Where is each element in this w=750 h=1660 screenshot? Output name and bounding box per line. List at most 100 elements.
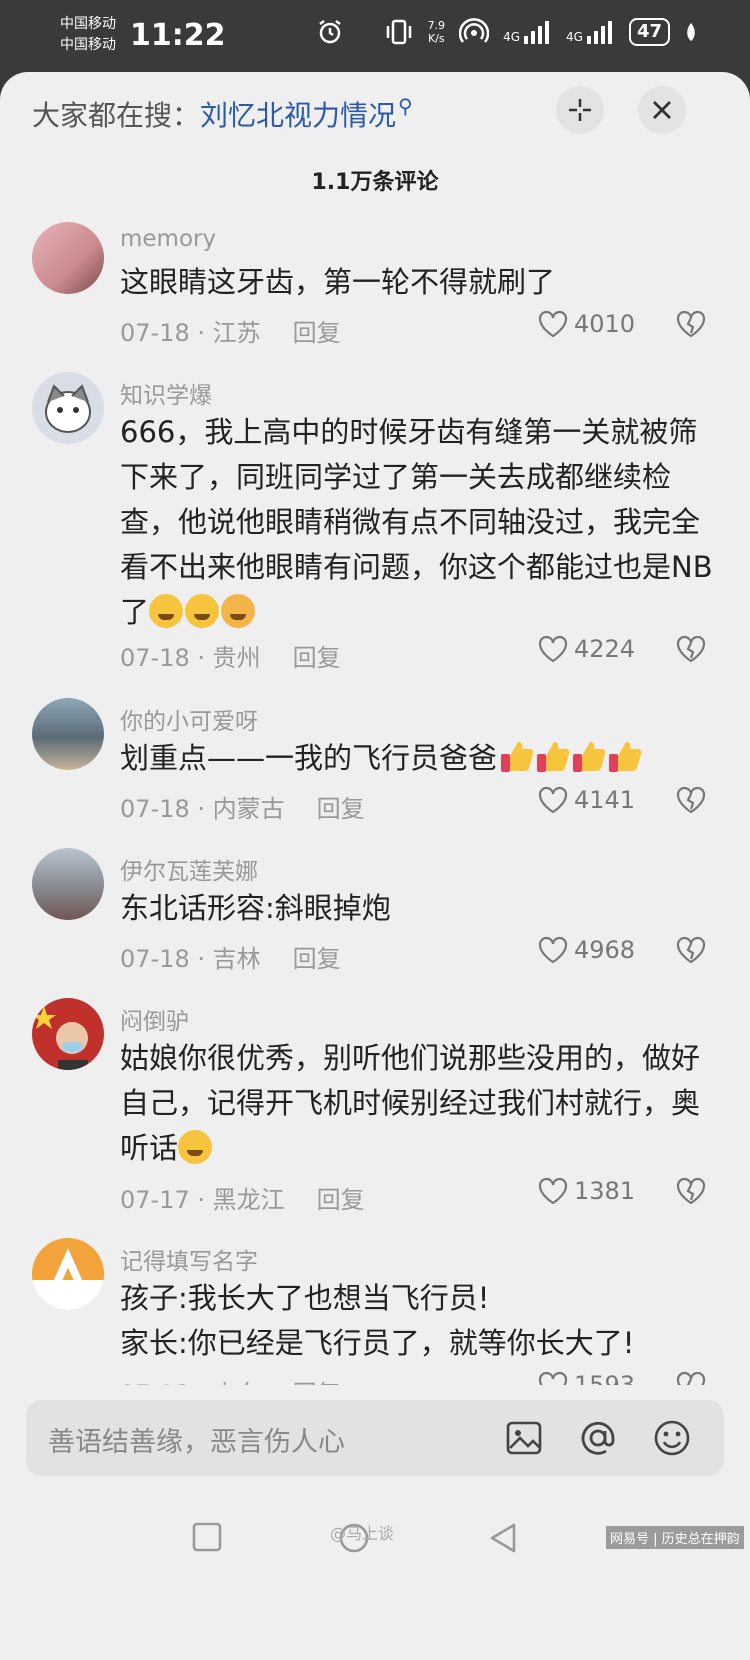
username[interactable]: 知识学爆 [120, 376, 212, 410]
comment-meta: 07-18 · 吉林 回复 [120, 939, 341, 974]
comment-meta: 07-18 · 内蒙古 回复 [120, 789, 365, 824]
comment-text: 姑娘你很优秀，别听他们说那些没用的，做好自己，记得开飞机时候别经过我们村就行，奥… [120, 1036, 718, 1171]
comment-text-line: 孩子:我长大了也想当飞行员! [120, 1281, 490, 1315]
like-button[interactable]: 4224 [538, 635, 635, 663]
comment-input[interactable]: 善语结善缘，恶言伤人心 [26, 1400, 724, 1476]
comment-text: 这眼睛这牙齿，第一轮不得就刷了 [120, 265, 556, 299]
dislike-button[interactable] [676, 310, 706, 342]
image-icon[interactable] [504, 1418, 544, 1458]
comment-date-location: 07-18 · 贵州 [120, 644, 261, 672]
broken-heart-icon [676, 936, 706, 964]
triangle-back-icon [490, 1523, 516, 1553]
like-count: 4968 [574, 936, 636, 964]
signal-2: 4G [566, 20, 615, 44]
thinking-emoji-icon [178, 1130, 213, 1164]
heart-icon [538, 1177, 568, 1205]
username[interactable]: 闷倒驴 [120, 1002, 189, 1036]
smirk-emoji-icon [149, 594, 184, 628]
like-count: 4224 [574, 635, 636, 663]
reply-button[interactable]: 回复 [317, 1180, 365, 1215]
battery-indicator: 47 [628, 18, 670, 46]
comment-text: 666，我上高中的时候牙齿有缝第一关就被筛下来了，同班同学过了第一关去成都继续检… [120, 410, 718, 635]
reply-button[interactable]: 回复 [317, 789, 365, 824]
thumbs-up-emoji-icon [501, 742, 534, 772]
netease-watermark: 网易号 | 历史总在押韵 [606, 1526, 744, 1549]
comment-date-location: 07-18 · 内蒙古 [120, 795, 285, 823]
avatar[interactable] [32, 698, 104, 770]
comment-count: 1.1万条评论 [311, 170, 439, 195]
like-button[interactable]: 4010 [538, 310, 635, 338]
thumbs-up-emoji-icon [609, 742, 642, 772]
heart-icon [538, 936, 568, 964]
vibrate-icon [386, 19, 411, 45]
reply-button[interactable]: 回复 [293, 313, 341, 348]
comment-text: 东北话形容:斜眼掉炮 [120, 891, 391, 925]
signal-1: 4G [503, 20, 552, 44]
status-bar: 中国移动 中国移动 11:22 7.9 K/s 4G 4G 47 [0, 0, 750, 72]
avatar[interactable] [32, 372, 104, 444]
like-button[interactable]: 4141 [538, 786, 635, 814]
username[interactable]: 你的小可爱呀 [120, 702, 258, 736]
heart-icon [538, 786, 568, 814]
comment-meta: 07-17 · 黑龙江 回复 [120, 1180, 365, 1215]
like-count: 4010 [574, 310, 636, 338]
network-type-1: 4G [503, 30, 520, 44]
thumbs-up-emoji-icon [537, 742, 570, 772]
comment-text: 划重点——一我的飞行员爸爸 [120, 736, 718, 781]
avatar[interactable] [32, 1238, 104, 1310]
signal-bars-icon [524, 21, 549, 44]
comment-date-location: 07-18 · 江苏 [120, 319, 261, 347]
comment-date-location: 07-18 · 吉林 [120, 945, 261, 973]
trending-search-prefix: 大家都在搜： [32, 99, 201, 132]
like-count: 1381 [574, 1177, 636, 1205]
username[interactable]: 伊尔瓦莲芙娜 [120, 852, 258, 886]
search-icon: ⚲ [398, 94, 413, 118]
broken-heart-icon [676, 310, 706, 338]
speed-value: 7.9 [427, 19, 446, 32]
clock: 11:22 [130, 18, 226, 53]
close-button[interactable] [638, 86, 686, 134]
broken-heart-icon [676, 635, 706, 663]
carrier-1: 中国移动 [60, 16, 116, 32]
heart-icon [538, 310, 568, 338]
system-nav-bar: @马上谈 网易号 | 历史总在押韵 [0, 1500, 750, 1660]
like-count: 4141 [574, 786, 636, 814]
comment-input-placeholder: 善语结善缘，恶言伤人心 [48, 1427, 345, 1458]
dislike-button[interactable] [676, 635, 706, 667]
hotspot-icon [459, 18, 490, 43]
comment-text-line: 家长:你已经是飞行员了，就等你长大了! [120, 1326, 635, 1360]
alarm-icon [316, 18, 344, 50]
dislike-button[interactable] [676, 936, 706, 968]
avatar[interactable] [32, 222, 104, 294]
comment-text: 孩子:我长大了也想当飞行员! 家长:你已经是飞行员了，就等你长大了! [120, 1276, 718, 1366]
recent-apps-button[interactable] [192, 1522, 222, 1556]
mention-icon[interactable] [578, 1418, 618, 1458]
avatar[interactable] [32, 998, 104, 1070]
avatar[interactable] [32, 848, 104, 920]
speed-unit: K/s [427, 32, 445, 45]
network-speed: 7.9 K/s [428, 19, 446, 45]
thumbs-up-emoji-icon [573, 742, 606, 772]
reply-button[interactable]: 回复 [293, 939, 341, 974]
like-button[interactable]: 1381 [538, 1177, 635, 1205]
dislike-button[interactable] [676, 1177, 706, 1209]
emoji-icon[interactable] [652, 1418, 692, 1458]
dislike-button[interactable] [676, 786, 706, 818]
broken-heart-icon [676, 1177, 706, 1205]
username[interactable]: 记得填写名字 [120, 1242, 258, 1276]
like-button[interactable]: 4968 [538, 936, 635, 964]
username[interactable]: memory [120, 226, 216, 252]
trending-search-query[interactable]: 刘忆北视力情况 [200, 99, 396, 132]
comment-meta: 07-18 · 江苏 回复 [120, 313, 341, 348]
collapse-icon [569, 99, 591, 121]
comment-meta: 07-18 · 贵州 回复 [120, 638, 341, 673]
ok-hand-emoji-icon [221, 594, 256, 628]
reply-button[interactable]: 回复 [293, 638, 341, 673]
leaf-icon [687, 23, 695, 41]
collapse-button[interactable] [556, 86, 604, 134]
heart-icon [538, 635, 568, 663]
trending-search[interactable]: 大家都在搜：刘忆北视力情况 ⚲ [32, 94, 413, 134]
back-button[interactable] [488, 1522, 518, 1558]
close-icon [653, 101, 671, 119]
carrier-info: 中国移动 中国移动 [60, 14, 116, 56]
